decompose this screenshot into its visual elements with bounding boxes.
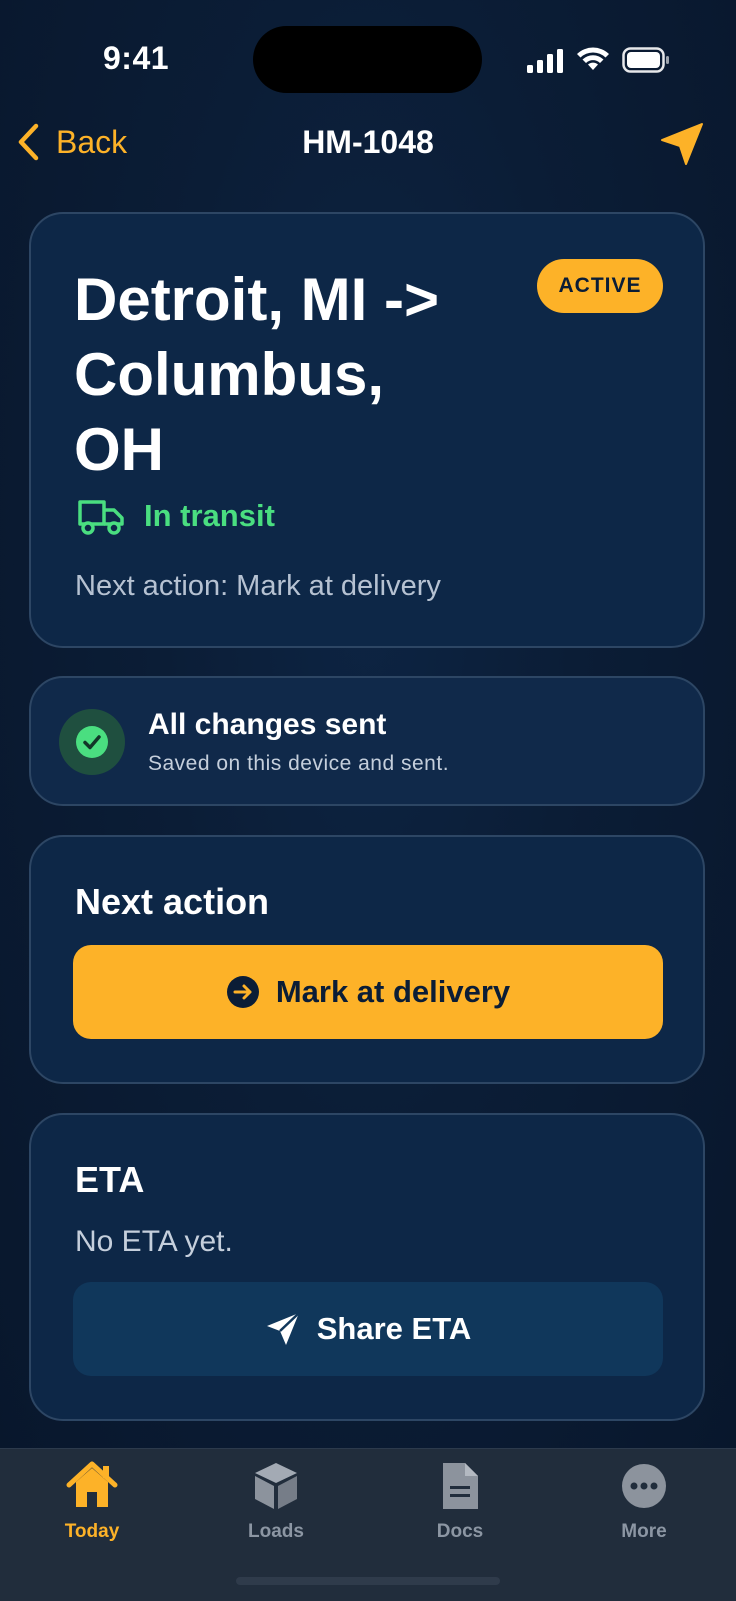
battery-icon — [622, 47, 669, 73]
status-time: 9:41 — [103, 40, 170, 76]
next-action-card: Next action Mark at delivery — [29, 835, 705, 1084]
document-icon — [443, 1463, 478, 1509]
transit-status: In transit — [76, 496, 275, 536]
route-title: Detroit, MI -> Columbus, OH — [74, 266, 440, 483]
home-icon — [66, 1461, 118, 1507]
transit-status-label: In transit — [144, 498, 275, 533]
arrow-circle-right-icon — [226, 976, 259, 1008]
tab-loads[interactable]: Loads — [206, 1459, 346, 1543]
eta-value: No ETA yet. — [75, 1225, 233, 1258]
mark-at-delivery-button[interactable]: Mark at delivery — [73, 945, 663, 1039]
share-eta-label: Share ETA — [316, 1311, 472, 1346]
next-action-summary: Next action: Mark at delivery — [75, 570, 441, 602]
status-badge: ACTIVE — [537, 259, 663, 313]
more-icon — [622, 1464, 666, 1508]
route-card: Detroit, MI -> Columbus, OH ACTIVE In tr… — [29, 212, 705, 648]
cellular-signal-icon — [527, 49, 563, 73]
tab-more-label: More — [621, 1521, 667, 1542]
eta-heading: ETA — [75, 1159, 145, 1200]
page-title: HM-1048 — [302, 124, 434, 160]
eta-card: ETA No ETA yet. Share ETA — [29, 1113, 705, 1421]
check-circle-icon — [59, 709, 125, 775]
wifi-icon — [577, 47, 609, 70]
box-icon — [255, 1463, 297, 1509]
tab-docs[interactable]: Docs — [390, 1459, 530, 1543]
tab-today-label: Today — [64, 1521, 120, 1542]
tab-loads-label: Loads — [248, 1521, 304, 1542]
tab-docs-label: Docs — [436, 1521, 484, 1542]
tab-today[interactable]: Today — [22, 1459, 162, 1543]
dynamic-island — [253, 26, 482, 93]
mark-at-delivery-label: Mark at delivery — [275, 974, 511, 1009]
sync-status-card: All changes sent Saved on this device an… — [29, 676, 705, 806]
navigation-arrow-icon[interactable] — [660, 122, 704, 166]
sync-title: All changes sent — [148, 708, 387, 741]
send-icon — [266, 1312, 300, 1345]
share-eta-button[interactable]: Share ETA — [73, 1282, 663, 1376]
next-action-heading: Next action — [75, 881, 270, 922]
tab-more[interactable]: More — [574, 1459, 714, 1543]
sync-subtitle: Saved on this device and sent. — [148, 752, 450, 775]
truck-icon — [78, 500, 124, 535]
home-indicator — [236, 1577, 500, 1585]
